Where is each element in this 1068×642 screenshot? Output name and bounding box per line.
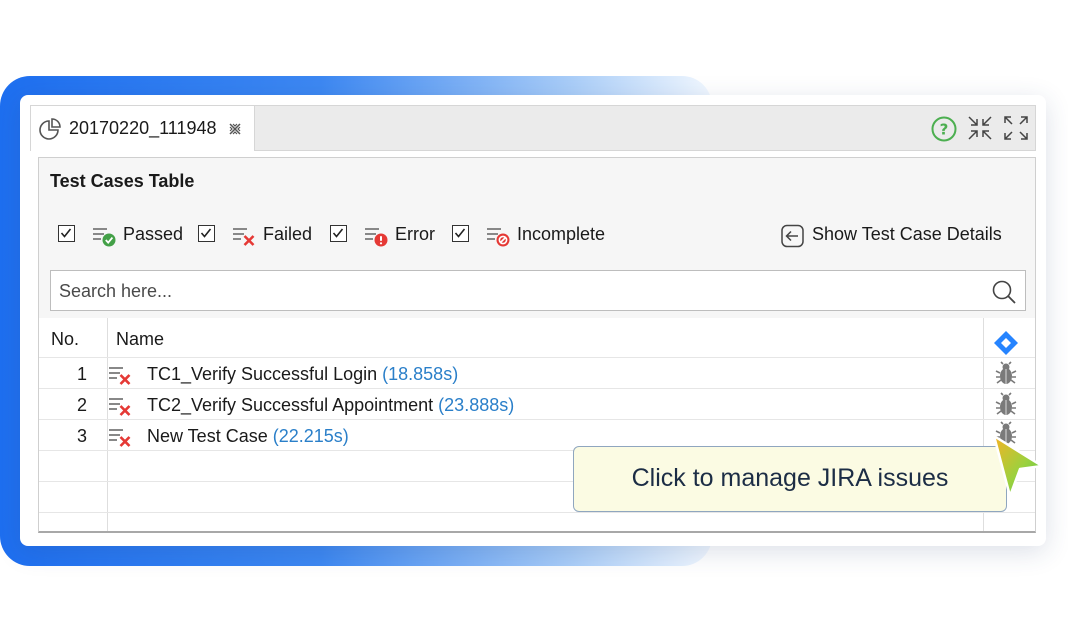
help-icon[interactable]: ?	[930, 115, 958, 148]
search-input[interactable]: Search here...	[50, 270, 1026, 311]
close-icon[interactable]	[227, 121, 243, 142]
tooltip-text: Click to manage JIRA issues	[631, 464, 949, 492]
row-number: 3	[76, 426, 87, 446]
jira-tooltip: Click to manage JIRA issues	[573, 446, 1007, 512]
tab-report[interactable]: 20170220_111948	[31, 106, 255, 151]
row-divider	[39, 419, 1035, 420]
row-divider	[39, 512, 1035, 513]
row-number: 1	[76, 364, 87, 384]
passed-icon	[92, 224, 118, 253]
row-divider	[39, 357, 1035, 358]
failed-icon	[232, 224, 258, 253]
tab-bar: 20170220_111948 ?	[30, 105, 1036, 151]
checkbox-incomplete[interactable]	[452, 225, 469, 242]
cursor-arrow-icon	[988, 430, 1048, 509]
checkbox-passed[interactable]	[58, 225, 75, 242]
test-case-name[interactable]: TC2_Verify Successful Appointment	[147, 395, 433, 415]
test-case-name[interactable]: New Test Case	[147, 426, 268, 446]
arrow-left-icon	[780, 224, 806, 253]
search-icon[interactable]	[991, 279, 1017, 310]
row-number: 2	[76, 395, 87, 415]
filter-failed-label: Failed	[263, 224, 313, 244]
report-pie-icon	[37, 117, 63, 146]
test-case-duration: (18.858s)	[382, 364, 459, 384]
test-case-duration: (22.215s)	[272, 426, 349, 446]
search-placeholder: Search here...	[59, 281, 173, 301]
test-case-duration: (23.888s)	[438, 395, 515, 415]
filter-incomplete-label: Incomplete	[517, 224, 606, 244]
tab-title: 20170220_111948	[69, 118, 217, 138]
svg-text:?: ?	[940, 121, 949, 139]
checkbox-error[interactable]	[330, 225, 347, 242]
filter-passed-label: Passed	[123, 224, 184, 244]
panel-title: Test Cases Table	[50, 171, 195, 191]
maximize-icon[interactable]	[1002, 114, 1030, 147]
filter-error-label: Error	[395, 224, 435, 244]
error-icon	[364, 224, 390, 253]
minimize-icon[interactable]	[966, 114, 994, 147]
header-no[interactable]: No.	[51, 329, 79, 350]
incomplete-icon	[486, 224, 512, 253]
checkbox-failed[interactable]	[198, 225, 215, 242]
row-divider	[39, 388, 1035, 389]
header-name[interactable]: Name	[116, 329, 164, 350]
show-details-label: Show Test Case Details	[812, 224, 1002, 244]
test-case-name[interactable]: TC1_Verify Successful Login	[147, 364, 377, 384]
